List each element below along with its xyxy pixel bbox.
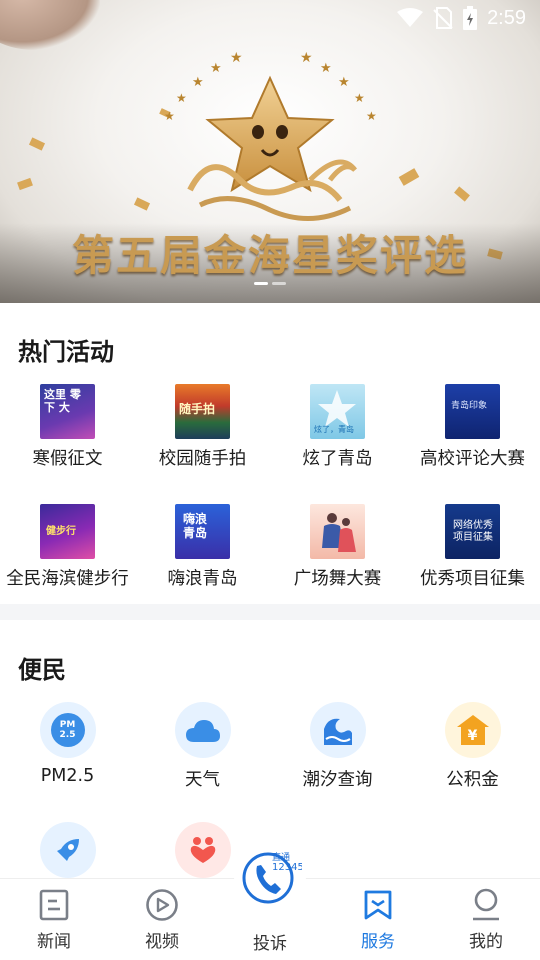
nav-news[interactable]: 新闻 (14, 879, 94, 960)
service-weather[interactable]: 天气 (135, 702, 270, 791)
svg-text:★: ★ (300, 50, 313, 66)
thumbnail-caption: 青岛印象 (451, 401, 488, 411)
svg-text:★: ★ (230, 50, 243, 66)
activity-thumbnail: 嗨浪 青岛 (175, 504, 230, 559)
confetti (17, 177, 33, 191)
activity-campus-photo[interactable]: 随手拍 校园随手拍 (135, 384, 270, 470)
activity-hilang-qingdao[interactable]: 嗨浪 青岛 嗨浪青岛 (135, 504, 270, 590)
activity-winter-essay[interactable]: 这里 零 下 大 寒假征文 (0, 384, 135, 470)
activity-thumbnail: 网络优秀 项目征集 (445, 504, 500, 559)
activity-label: 嗨浪青岛 (167, 569, 238, 589)
star-mascot-logo (187, 75, 357, 221)
banner-title: 第五届金海星奖评选 (71, 231, 468, 280)
banner-carousel[interactable]: ★ ★ ★ ★ ★ ★ ★ ★ ★ ★ 第五届金海星奖评选 (0, 0, 540, 303)
thumbnail-caption: 随手拍 (179, 402, 216, 416)
activity-thumbnail: 随手拍 (175, 384, 230, 439)
hotline-phone-icon: 直通 12345 (242, 851, 302, 904)
house-fund-icon: ¥ (444, 702, 501, 758)
service-tide-query[interactable]: 潮汐查询 (270, 702, 405, 791)
nav-service[interactable]: 服务 (338, 879, 418, 960)
status-bar: 2:59 (397, 0, 540, 36)
activity-thumbnail: 炫了，青岛 (310, 384, 365, 439)
section-divider (0, 604, 540, 620)
service-bookmark-icon (363, 885, 393, 925)
currency-symbol: ¥ (467, 728, 478, 744)
nav-profile[interactable]: 我的 (446, 879, 526, 960)
activity-college-review-contest[interactable]: 青岛印象 高校评论大赛 (405, 384, 540, 470)
confetti (133, 197, 151, 211)
wave-icon (309, 702, 366, 758)
hotline-12345-button[interactable]: 直通 12345 (234, 840, 306, 912)
svg-text:12345: 12345 (272, 862, 302, 873)
no-sim-icon (433, 7, 453, 29)
carousel-indicator (0, 282, 540, 285)
services-title: 便民 (18, 656, 66, 684)
hot-activities-row-2: 健步行 全民海滨健步行 嗨浪 青岛 嗨浪青岛 广场舞大赛 网络优秀 项目征集 优… (0, 504, 540, 590)
thumbnail-caption: 嗨浪 青岛 (183, 512, 208, 540)
play-icon (145, 885, 179, 925)
activity-dazzling-qingdao[interactable]: 炫了，青岛 炫了青岛 (270, 384, 405, 470)
activity-label: 校园随手拍 (158, 449, 247, 469)
activity-label: 全民海滨健步行 (6, 569, 129, 589)
activity-thumbnail (310, 504, 365, 559)
nav-label: 新闻 (37, 932, 71, 952)
battery-charging-icon (463, 6, 478, 30)
nav-label: 视频 (145, 932, 179, 952)
thumbnail-caption: 网络优秀 项目征集 (453, 520, 493, 543)
hot-activities-row-1: 这里 零 下 大 寒假征文 随手拍 校园随手拍 炫了，青岛 炫了青岛 青岛印象 … (0, 384, 540, 470)
nav-label: 投诉 (253, 934, 287, 954)
activity-square-dance-contest[interactable]: 广场舞大赛 (270, 504, 405, 590)
status-time: 2:59 (487, 6, 526, 29)
dancers-illustration (322, 513, 356, 552)
wifi-icon (397, 8, 424, 27)
activity-excellent-project-call[interactable]: 网络优秀 项目征集 优秀项目征集 (405, 504, 540, 590)
pm25-icon: PM 2.5 (39, 702, 96, 758)
service-housing-fund[interactable]: ¥ 公积金 (405, 702, 540, 791)
cloud-icon (174, 702, 231, 758)
service-item-5[interactable] (0, 822, 135, 878)
activity-thumbnail: 这里 零 下 大 (40, 384, 95, 439)
confetti (398, 168, 420, 186)
heart-people-icon (174, 822, 231, 878)
nav-label: 我的 (469, 932, 503, 952)
confetti (28, 137, 46, 151)
service-label: 公积金 (446, 770, 499, 790)
confetti (454, 186, 470, 202)
profile-icon (471, 885, 501, 925)
service-label: PM2.5 (40, 766, 95, 786)
pm25-icon-text: PM 2.5 (59, 720, 76, 740)
activity-label: 炫了青岛 (302, 449, 373, 469)
thumbnail-caption: 健步行 (46, 526, 76, 537)
hot-activities-title: 热门活动 (18, 338, 114, 366)
carousel-dot-active (254, 282, 268, 285)
service-label: 天气 (185, 770, 220, 790)
thumbnail-caption: 炫了，青岛 (314, 425, 354, 434)
service-label: 潮汐查询 (302, 770, 373, 790)
activity-thumbnail: 青岛印象 (445, 384, 500, 439)
banner-decoration (0, 0, 100, 50)
activity-thumbnail: 健步行 (40, 504, 95, 559)
activity-label: 广场舞大赛 (293, 569, 382, 589)
thumbnail-caption: 这里 零 下 大 (44, 388, 81, 414)
service-pm25[interactable]: PM 2.5 PM2.5 (0, 702, 135, 791)
activity-label: 高校评论大赛 (420, 449, 525, 469)
rocket-icon (39, 822, 96, 878)
news-icon (39, 885, 69, 925)
nav-label: 服务 (361, 932, 395, 952)
nav-video[interactable]: 视频 (122, 879, 202, 960)
activity-label: 优秀项目征集 (420, 569, 525, 589)
services-row-1: PM 2.5 PM2.5 天气 潮汐查询 ¥ 公积金 (0, 702, 540, 791)
activity-label: 寒假征文 (32, 449, 103, 469)
activity-seaside-walk[interactable]: 健步行 全民海滨健步行 (0, 504, 135, 590)
carousel-dot (272, 282, 286, 285)
